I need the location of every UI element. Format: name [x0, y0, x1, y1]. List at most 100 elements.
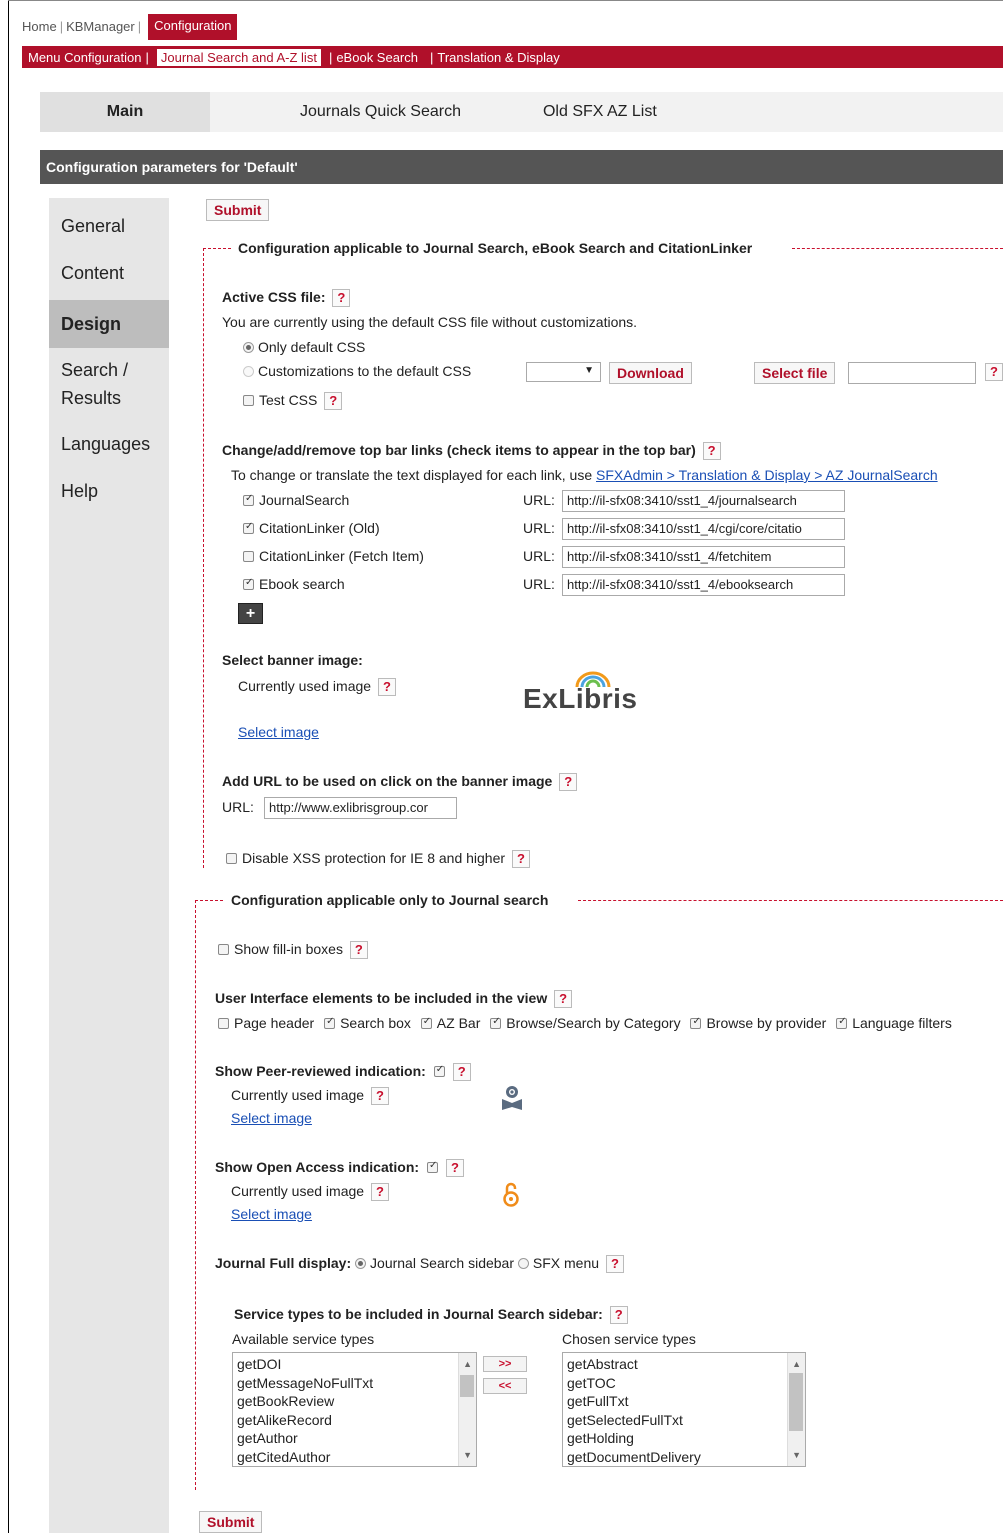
subnav-translation[interactable]: Translation & Display	[437, 50, 559, 65]
test-css-checkbox[interactable]: Test CSS ?	[243, 392, 343, 411]
list-item[interactable]: getAuthor	[237, 1429, 472, 1448]
checkbox-icon[interactable]	[426, 1160, 438, 1173]
subnav-ebook-search[interactable]: eBook Search	[336, 50, 418, 65]
help-icon[interactable]: ?	[370, 1087, 389, 1106]
ui-item-browse-category[interactable]: Browse/Search by Category	[490, 1015, 681, 1031]
ui-item-browse-provider[interactable]: Browse by provider	[690, 1015, 826, 1031]
scrollbar-thumb[interactable]	[789, 1373, 803, 1431]
sidebar-item-search-results[interactable]: Search / Results	[49, 348, 149, 420]
ui-item-az-bar[interactable]: AZ Bar	[420, 1015, 480, 1031]
ui-item-search-box[interactable]: Search box	[324, 1015, 411, 1031]
list-item[interactable]: getTOC	[567, 1374, 801, 1393]
subnav-journal-search[interactable]: Journal Search and A-Z list	[156, 48, 321, 66]
radio-icon[interactable]	[517, 1257, 529, 1269]
css-file-select[interactable]: ▼	[526, 362, 601, 382]
tab-old-sfx-az-list[interactable]: Old SFX AZ List	[543, 103, 657, 121]
sidebar-item-general[interactable]: General	[49, 204, 169, 248]
checkbox-icon[interactable]	[243, 394, 254, 406]
tab-main[interactable]: Main	[40, 92, 210, 132]
scroll-up-icon[interactable]: ▲	[792, 1355, 801, 1374]
list-item[interactable]: getAbstract	[567, 1355, 801, 1374]
link-row-ebook-search[interactable]: Ebook search	[243, 576, 345, 592]
checkbox-icon[interactable]	[243, 521, 254, 534]
help-icon[interactable]: ?	[702, 442, 721, 461]
scroll-down-icon[interactable]: ▼	[792, 1446, 801, 1465]
submit-button-top[interactable]: Submit	[206, 199, 270, 221]
sidebar-item-design[interactable]: Design	[49, 300, 169, 348]
link-row-journalsearch[interactable]: JournalSearch	[243, 492, 349, 508]
selected-file-field[interactable]	[848, 362, 976, 384]
help-icon[interactable]: ?	[377, 678, 396, 697]
subnav-menu-configuration[interactable]: Menu Configuration	[28, 50, 141, 65]
xss-checkbox[interactable]: Disable XSS protection for IE 8 and high…	[226, 850, 530, 869]
available-service-list[interactable]: getDOI getMessageNoFullTxt getBookReview…	[232, 1352, 477, 1467]
url-input-citationlinker-old[interactable]: http://il-sfx08:3410/sst1_4/cgi/core/cit…	[562, 518, 845, 540]
scroll-down-icon[interactable]: ▼	[463, 1446, 472, 1465]
help-icon[interactable]: ?	[554, 990, 573, 1009]
url-input-ebook-search[interactable]: http://il-sfx08:3410/sst1_4/ebooksearch	[562, 574, 845, 596]
fill-in-boxes-checkbox[interactable]: Show fill-in boxes ?	[218, 941, 368, 960]
help-icon[interactable]: ?	[324, 392, 343, 411]
link-row-citationlinker-old[interactable]: CitationLinker (Old)	[243, 520, 380, 536]
radio-only-default-css[interactable]: Only default CSS	[243, 339, 365, 355]
sidebar-item-help[interactable]: Help	[49, 469, 169, 513]
move-left-button[interactable]: <<	[483, 1378, 527, 1394]
chosen-service-list[interactable]: getAbstract getTOC getFullTxt getSelecte…	[562, 1352, 806, 1467]
banner-url-input[interactable]: http://www.exlibrisgroup.cor	[264, 797, 457, 819]
help-icon[interactable]: ?	[609, 1306, 628, 1325]
list-item[interactable]: getFullTxt	[567, 1392, 801, 1411]
url-input-journalsearch[interactable]: http://il-sfx08:3410/sst1_4/journalsearc…	[562, 490, 845, 512]
checkbox-icon[interactable]	[243, 550, 254, 562]
checkbox-icon[interactable]	[420, 1016, 432, 1029]
radio-icon[interactable]	[355, 1257, 367, 1269]
scrollbar-thumb[interactable]	[460, 1375, 474, 1397]
list-item[interactable]: getMessageNoFullTxt	[237, 1374, 472, 1393]
help-icon[interactable]: ?	[445, 1159, 464, 1178]
help-icon[interactable]: ?	[985, 363, 1003, 381]
nav-kbmanager[interactable]: KBManager	[66, 19, 135, 40]
ui-item-language-filters[interactable]: Language filters	[836, 1015, 952, 1031]
list-item[interactable]: getCitedAuthor	[237, 1448, 472, 1467]
list-item[interactable]: getDocumentDelivery	[567, 1448, 801, 1467]
select-peer-image-link[interactable]: Select image	[231, 1110, 312, 1126]
scrollbar[interactable]: ▲ ▼	[458, 1353, 476, 1466]
checkbox-icon[interactable]	[243, 577, 254, 590]
list-item[interactable]: getHolding	[567, 1429, 801, 1448]
list-item[interactable]: getAlikeRecord	[237, 1411, 472, 1430]
help-icon[interactable]: ?	[452, 1063, 471, 1082]
help-icon[interactable]: ?	[349, 941, 368, 960]
url-input-citationlinker-fetch[interactable]: http://il-sfx08:3410/sst1_4/fetchitem	[562, 546, 845, 568]
help-icon[interactable]: ?	[370, 1183, 389, 1202]
list-item[interactable]: getDOI	[237, 1355, 472, 1374]
checkbox-icon[interactable]	[490, 1016, 502, 1029]
nav-home[interactable]: Home	[22, 19, 57, 40]
checkbox-icon[interactable]	[218, 943, 229, 955]
help-icon[interactable]: ?	[332, 289, 351, 308]
translation-link[interactable]: SFXAdmin > Translation & Display > AZ Jo…	[596, 467, 938, 483]
help-icon[interactable]: ?	[511, 850, 530, 869]
submit-button-bottom[interactable]: Submit	[199, 1511, 263, 1533]
list-item[interactable]: getBookReview	[237, 1392, 472, 1411]
radio-icon[interactable]	[243, 341, 254, 353]
link-row-citationlinker-fetch[interactable]: CitationLinker (Fetch Item)	[243, 548, 424, 564]
add-link-button[interactable]: +	[238, 603, 263, 624]
radio-customizations-css[interactable]: Customizations to the default CSS	[243, 363, 471, 379]
checkbox-icon[interactable]	[218, 1017, 229, 1029]
download-button[interactable]: Download	[609, 362, 692, 384]
help-icon[interactable]: ?	[559, 773, 578, 792]
checkbox-icon[interactable]	[324, 1016, 336, 1029]
scrollbar[interactable]: ▲ ▼	[787, 1353, 805, 1466]
select-file-button[interactable]: Select file	[754, 362, 836, 384]
checkbox-icon[interactable]	[836, 1016, 848, 1029]
checkbox-icon[interactable]	[433, 1064, 445, 1077]
scroll-up-icon[interactable]: ▲	[463, 1355, 472, 1374]
checkbox-icon[interactable]	[226, 852, 237, 864]
sidebar-item-languages[interactable]: Languages	[49, 422, 169, 466]
radio-sfx-menu[interactable]: SFX menu	[517, 1255, 599, 1271]
checkbox-icon[interactable]	[690, 1016, 702, 1029]
radio-journal-sidebar[interactable]: Journal Search sidebar	[355, 1255, 514, 1271]
ui-item-page-header[interactable]: Page header	[218, 1015, 314, 1031]
sidebar-item-content[interactable]: Content	[49, 251, 169, 295]
tab-journals-quick-search[interactable]: Journals Quick Search	[300, 103, 461, 121]
radio-icon[interactable]	[243, 365, 254, 377]
